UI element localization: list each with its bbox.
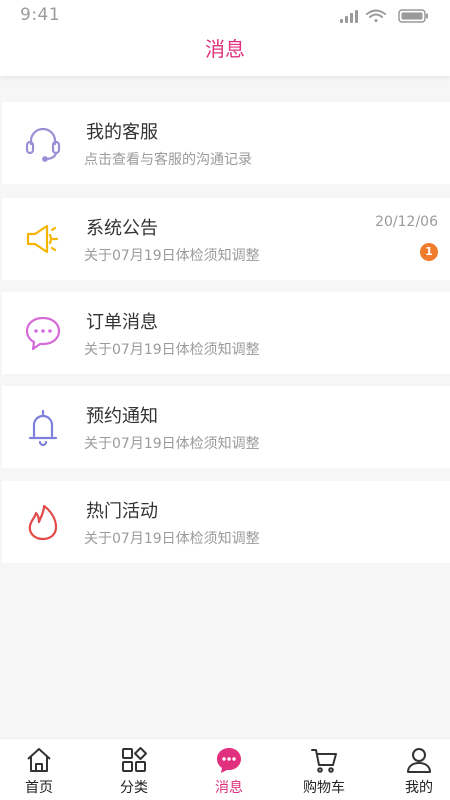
tab-home[interactable]: 首页 (0, 739, 84, 800)
tab-cart[interactable]: 购物车 (279, 739, 369, 800)
flame-icon (22, 501, 64, 543)
headset-icon (22, 122, 64, 164)
message-subtitle: 关于07月19日体检须知调整 (84, 342, 260, 358)
message-date: 20/12/06 (375, 214, 438, 230)
status-icons (340, 8, 430, 23)
tab-label: 我的 (405, 780, 433, 796)
message-title: 我的客服 (86, 122, 158, 143)
message-title: 预约通知 (86, 406, 158, 427)
message-subtitle: 关于07月19日体检须知调整 (84, 436, 260, 452)
wifi-icon (366, 9, 386, 22)
tab-messages[interactable]: 消息 (184, 739, 274, 800)
battery-icon (398, 9, 428, 23)
message-icon (214, 745, 244, 775)
message-subtitle: 关于07月19日体检须知调整 (84, 248, 260, 264)
message-subtitle: 关于07月19日体检须知调整 (84, 531, 260, 547)
category-grid-icon (119, 745, 149, 775)
message-item-order[interactable]: 订单消息 关于07月19日体检须知调整 (2, 292, 450, 374)
message-subtitle: 点击查看与客服的沟通记录 (84, 152, 252, 168)
status-bar: 9:41 (0, 0, 450, 30)
bottom-tab-bar: 首页 分类 消息 购物车 我的 (0, 738, 450, 800)
chat-bubble-icon (22, 312, 64, 354)
message-item-system-notice[interactable]: 系统公告 关于07月19日体检须知调整 20/12/06 1 (2, 198, 450, 280)
page-title: 消息 (205, 37, 245, 61)
message-title: 系统公告 (86, 218, 158, 239)
bell-icon (22, 406, 64, 448)
message-item-customer-service[interactable]: 我的客服 点击查看与客服的沟通记录 (2, 102, 450, 184)
message-item-hot-activity[interactable]: 热门活动 关于07月19日体检须知调整 (2, 481, 450, 563)
signal-icon (340, 10, 358, 23)
user-icon (404, 745, 434, 775)
tab-category[interactable]: 分类 (89, 739, 179, 800)
status-time: 9:41 (20, 5, 61, 25)
message-title: 热门活动 (86, 501, 158, 522)
message-item-appointment[interactable]: 预约通知 关于07月19日体检须知调整 (2, 386, 450, 468)
tab-profile[interactable]: 我的 (374, 739, 450, 800)
tab-label: 消息 (215, 780, 243, 796)
unread-badge: 1 (420, 243, 438, 261)
tab-label: 首页 (25, 780, 53, 796)
home-icon (24, 745, 54, 775)
page-header: 消息 (0, 30, 450, 76)
megaphone-icon (22, 218, 64, 260)
tab-label: 分类 (120, 780, 148, 796)
cart-icon (309, 745, 339, 775)
message-title: 订单消息 (86, 312, 158, 333)
tab-label: 购物车 (303, 780, 345, 796)
